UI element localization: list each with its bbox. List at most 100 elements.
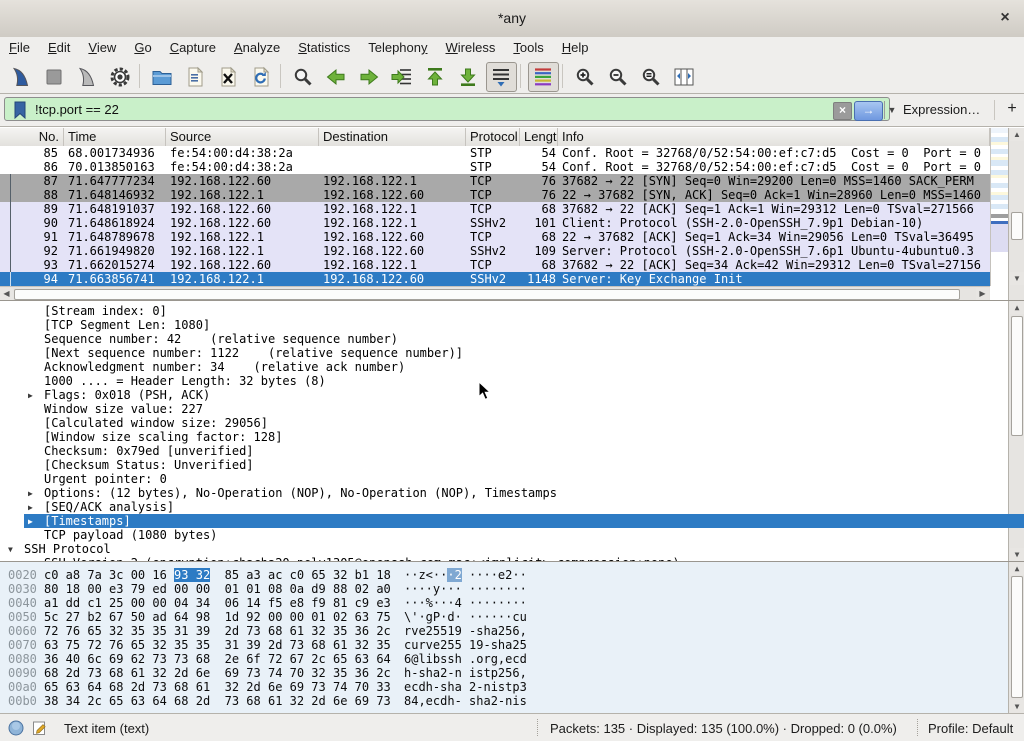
hex-vscrollbar[interactable]: ▲ ▼ <box>1008 562 1024 714</box>
open-capture-file-button[interactable] <box>147 62 178 92</box>
save-capture-file-button[interactable] <box>180 62 211 92</box>
capture-options-button[interactable] <box>105 62 136 92</box>
menu-analyze[interactable]: Analyze <box>225 37 289 59</box>
resize-columns-button[interactable] <box>669 62 700 92</box>
zoom-original-button[interactable] <box>636 62 667 92</box>
detail-line[interactable]: [Calculated window size: 29056] <box>44 416 268 430</box>
detail-line[interactable]: ▶Options: (12 bytes), No-Operation (NOP)… <box>44 486 557 500</box>
zoom-out-button[interactable] <box>603 62 634 92</box>
capture-comment-icon[interactable] <box>32 720 48 736</box>
colorize-packets-button[interactable] <box>528 62 559 92</box>
close-window-button[interactable]: × <box>994 7 1016 29</box>
expert-info-icon[interactable] <box>8 720 24 736</box>
packet-row[interactable]: 9371.662015274192.168.122.60192.168.122.… <box>0 258 990 272</box>
detail-line[interactable]: Sequence number: 42 (relative sequence n… <box>44 332 398 346</box>
restart-capture-button[interactable] <box>72 62 103 92</box>
scrollbar-thumb[interactable] <box>1011 316 1023 436</box>
add-filter-button[interactable]: + <box>1002 98 1022 120</box>
detail-line[interactable]: Acknowledgment number: 34 (relative ack … <box>44 360 405 374</box>
detail-line[interactable]: [Next sequence number: 1122 (relative se… <box>44 346 463 360</box>
filter-bookmark-icon[interactable] <box>12 101 28 119</box>
go-to-packet-button[interactable] <box>387 62 418 92</box>
detail-line[interactable]: 1000 .... = Header Length: 32 bytes (8) <box>44 374 326 388</box>
hex-row[interactable]: 00505c 27 b2 67 50 ad 64 98 1d 92 00 00 … <box>0 610 1008 624</box>
packet-list-vscrollbar[interactable]: ▲ ▼ <box>1008 128 1024 300</box>
menu-view[interactable]: View <box>79 37 125 59</box>
filter-dropdown-caret[interactable]: ▼ <box>884 101 899 119</box>
scroll-left-button[interactable]: ◀ <box>0 288 13 300</box>
detail-line[interactable]: [TCP Segment Len: 1080] <box>44 318 210 332</box>
auto-scroll-button[interactable] <box>486 62 517 92</box>
packet-row[interactable]: 8871.648146932192.168.122.1192.168.122.6… <box>0 188 990 202</box>
menu-go[interactable]: Go <box>125 37 160 59</box>
detail-line[interactable]: ▶[SEQ/ACK analysis] <box>44 500 174 514</box>
hex-row[interactable]: 008036 40 6c 69 62 73 73 68 2e 6f 72 67 … <box>0 652 1008 666</box>
scroll-up-button[interactable]: ▲ <box>1010 301 1024 314</box>
scrollbar-thumb[interactable] <box>14 289 960 300</box>
packet-minimap[interactable] <box>990 128 1008 286</box>
detail-line[interactable]: Window size value: 227 <box>44 402 203 416</box>
menu-help[interactable]: Help <box>553 37 598 59</box>
packet-row[interactable]: 8670.013850163fe:54:00:d4:38:2aSTP54Conf… <box>0 160 990 174</box>
packet-list-hscrollbar[interactable]: ◀ ▶ <box>0 286 990 301</box>
scroll-down-button[interactable]: ▼ <box>1010 700 1024 713</box>
detail-line[interactable]: [Window size scaling factor: 128] <box>44 430 282 444</box>
column-header-info[interactable]: Info <box>558 128 990 146</box>
go-to-last-button[interactable] <box>453 62 484 92</box>
title-bar[interactable]: *any × <box>0 0 1024 38</box>
column-header-source[interactable]: Source <box>166 128 319 146</box>
detail-line[interactable]: TCP payload (1080 bytes) <box>44 528 217 542</box>
column-header-time[interactable]: Time <box>64 128 166 146</box>
menu-edit[interactable]: Edit <box>39 37 79 59</box>
go-back-button[interactable] <box>321 62 352 92</box>
detail-line[interactable]: [Checksum Status: Unverified] <box>44 458 254 472</box>
packet-list-header[interactable]: No.TimeSourceDestinationProtocolLengthIn… <box>0 128 990 147</box>
expand-arrow-icon[interactable]: ▶ <box>28 487 33 501</box>
filter-apply-button[interactable]: → <box>854 101 883 121</box>
detail-line[interactable]: ▶[Timestamps] <box>24 514 1024 528</box>
collapse-arrow-icon[interactable]: ▼ <box>8 543 13 557</box>
packet-row[interactable]: 9471.663856741192.168.122.1192.168.122.6… <box>0 272 990 286</box>
scroll-up-button[interactable]: ▲ <box>1010 128 1024 141</box>
scroll-down-button[interactable]: ▼ <box>1010 548 1024 561</box>
packet-row[interactable]: 9171.648789678192.168.122.1192.168.122.6… <box>0 230 990 244</box>
display-filter-input[interactable]: !tcp.port == 22 × → ▼ <box>4 97 890 121</box>
go-to-first-button[interactable] <box>420 62 451 92</box>
expand-arrow-icon[interactable]: ▶ <box>28 501 33 515</box>
menu-telephony[interactable]: Telephony <box>359 37 436 59</box>
go-forward-button[interactable] <box>354 62 385 92</box>
find-packet-button[interactable] <box>288 62 319 92</box>
hex-row[interactable]: 003080 18 00 e3 79 ed 00 00 01 01 08 0a … <box>0 582 1008 596</box>
hex-row[interactable]: 009068 2d 73 68 61 32 2d 6e 69 73 74 70 … <box>0 666 1008 680</box>
menu-wireless[interactable]: Wireless <box>437 37 505 59</box>
status-profile-label[interactable]: Profile: Default <box>928 721 1013 736</box>
menu-statistics[interactable]: Statistics <box>289 37 359 59</box>
column-header-length[interactable]: Length <box>520 128 558 146</box>
packet-row[interactable]: 8771.647777234192.168.122.60192.168.122.… <box>0 174 990 188</box>
expression-button[interactable]: Expression… <box>903 102 980 117</box>
hex-row[interactable]: 0040a1 dd c1 25 00 00 04 34 06 14 f5 e8 … <box>0 596 1008 610</box>
column-header-protocol[interactable]: Protocol <box>466 128 520 146</box>
menu-tools[interactable]: Tools <box>504 37 552 59</box>
start-capture-button[interactable] <box>6 62 37 92</box>
hex-row[interactable]: 007063 75 72 76 65 32 35 35 31 39 2d 73 … <box>0 638 1008 652</box>
scroll-down-button[interactable]: ▼ <box>1010 272 1024 285</box>
scrollbar-thumb[interactable] <box>1011 212 1023 240</box>
packet-row[interactable]: 8568.001734936fe:54:00:d4:38:2aSTP54Conf… <box>0 146 990 160</box>
hex-row[interactable]: 006072 76 65 32 35 35 31 39 2d 73 68 61 … <box>0 624 1008 638</box>
packet-row[interactable]: 8971.648191037192.168.122.60192.168.122.… <box>0 202 990 216</box>
reload-capture-file-button[interactable] <box>246 62 277 92</box>
filter-clear-button[interactable]: × <box>833 102 852 120</box>
hex-row[interactable]: 00a065 63 64 68 2d 73 68 61 32 2d 6e 69 … <box>0 680 1008 694</box>
hex-row[interactable]: 0020c0 a8 7a 3c 00 16 93 32 85 a3 ac c0 … <box>0 568 1008 582</box>
menu-capture[interactable]: Capture <box>161 37 225 59</box>
scroll-right-button[interactable]: ▶ <box>976 288 989 300</box>
detail-line[interactable]: Checksum: 0x79ed [unverified] <box>44 444 254 458</box>
detail-line[interactable]: [Stream index: 0] <box>44 304 167 318</box>
scroll-up-button[interactable]: ▲ <box>1010 562 1024 575</box>
detail-line[interactable]: ▼SSH Protocol <box>24 542 111 556</box>
detail-line[interactable]: ▶Flags: 0x018 (PSH, ACK) <box>44 388 210 402</box>
detail-line[interactable]: Urgent pointer: 0 <box>44 472 167 486</box>
menu-file[interactable]: File <box>0 37 39 59</box>
packet-row[interactable]: 9071.648618924192.168.122.60192.168.122.… <box>0 216 990 230</box>
